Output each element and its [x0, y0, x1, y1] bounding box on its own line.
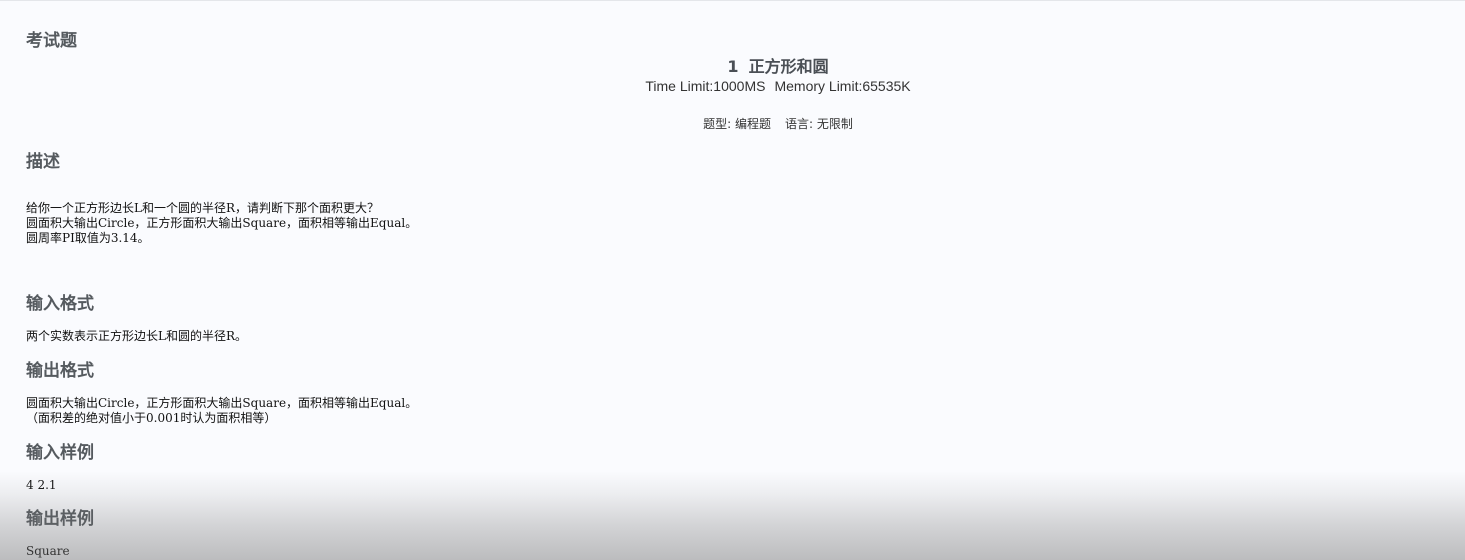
output-sample-heading: 输出样例: [26, 509, 94, 529]
problem-page: 考试题 1 正方形和圆 Time Limit:1000MS Memory Limit…: [0, 0, 1465, 560]
problem-language: 语言: 无限制: [785, 117, 853, 131]
description-line: 圆面积大输出Circle，正方形面积大输出Square，面积相等输出Equal。: [26, 216, 418, 230]
input-format-heading: 输入格式: [26, 294, 94, 314]
output-format-line: （面积差的绝对值小于0.001时认为面积相等）: [26, 411, 277, 425]
problem-type: 题型: 编程题: [703, 117, 771, 131]
time-limit: Time Limit:1000MS: [645, 78, 766, 94]
bottom-shade: [0, 471, 1465, 560]
output-format-line: 圆面积大输出Circle，正方形面积大输出Square，面积相等输出Equal。: [26, 396, 418, 410]
problem-meta: 题型: 编程题 语言: 无限制: [0, 115, 1465, 132]
problem-title: 1 正方形和圆: [0, 53, 1465, 77]
description-heading: 描述: [26, 152, 60, 172]
problem-number: 1: [727, 57, 739, 76]
section-title: 考试题: [26, 31, 77, 51]
input-sample-heading: 输入样例: [26, 443, 94, 463]
problem-header: 1 正方形和圆: [0, 53, 1465, 77]
memory-limit: Memory Limit:65535K: [774, 78, 911, 94]
input-sample-text: 4 2.1: [26, 478, 57, 492]
output-sample-text: Square: [26, 544, 70, 558]
description-line: 给你一个正方形边长L和一个圆的半径R，请判断下那个面积更大？: [26, 201, 380, 215]
input-format-text: 两个实数表示正方形边长L和圆的半径R。: [26, 329, 248, 343]
output-format-text: 圆面积大输出Circle，正方形面积大输出Square，面积相等输出Equal。…: [26, 396, 417, 426]
description-text: 给你一个正方形边长L和一个圆的半径R，请判断下那个面积更大？ 圆面积大输出Cir…: [26, 201, 417, 246]
problem-name: 正方形和圆: [748, 57, 829, 76]
output-format-heading: 输出格式: [26, 361, 94, 381]
description-line: 圆周率PI取值为3.14。: [26, 231, 150, 245]
problem-limits: Time Limit:1000MS Memory Limit:65535K: [0, 78, 1465, 94]
